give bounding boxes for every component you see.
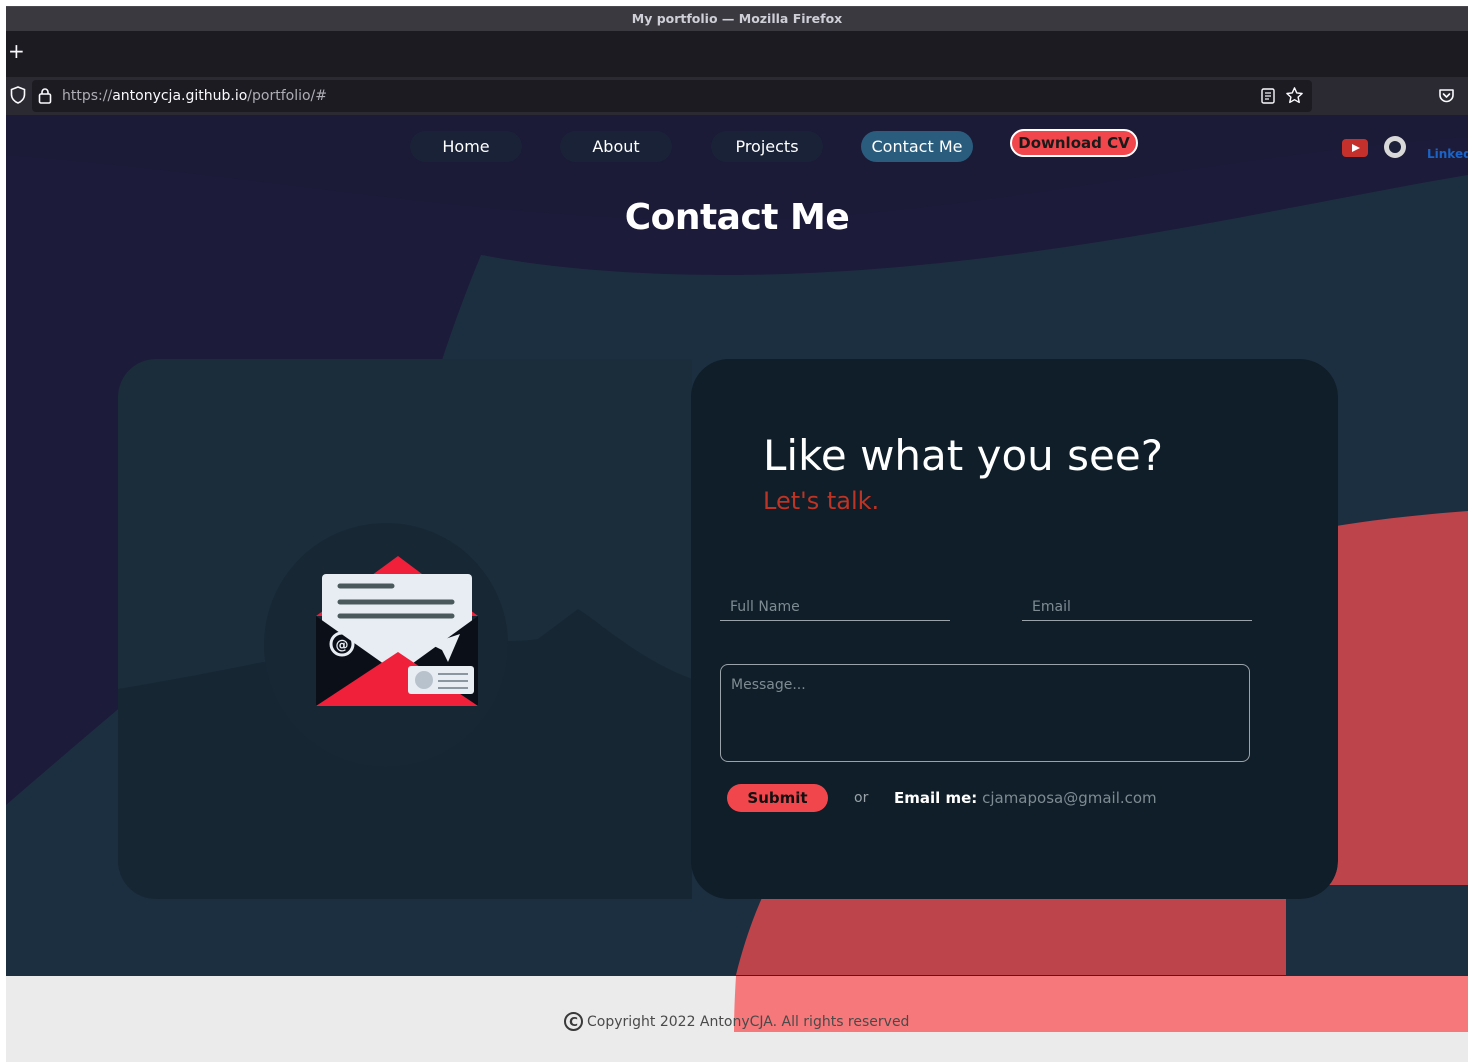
full-name-input[interactable] [720,594,950,621]
submit-button[interactable]: Submit [727,784,828,812]
section-title: Contact Me [624,197,850,238]
contact-form-panel: Like what you see? Let's talk. Submit or… [691,359,1338,899]
bookmark-star-icon[interactable] [1285,86,1304,105]
window-title: My portfolio — Mozilla Firefox [631,11,843,26]
browser-window: My portfolio — Mozilla Firefox + https:/… [6,6,1468,1062]
url-host: antonycja.github.io [112,88,248,104]
email-me-label: Email me: [894,789,978,807]
shield-icon[interactable] [10,86,26,104]
new-tab-button[interactable]: + [8,40,25,62]
email-me-line: Email me: cjamaposa@gmail.com [894,789,1157,807]
svg-text:@: @ [336,638,349,653]
page-footer: C Copyright 2022 AntonyCJA. All rights r… [6,976,1468,1062]
url-bar[interactable]: https://antonycja.github.io/portfolio/# [32,80,1312,112]
or-text: or [854,790,869,806]
contact-card: @ Like what you see? Let's talk. Submit … [118,359,1338,899]
copyright-icon: C [564,1012,583,1031]
youtube-icon[interactable] [1342,139,1368,157]
contact-subline: Let's talk. [763,487,880,515]
tab-strip: + [6,31,1468,77]
envelope-mail-icon: @ [316,556,478,706]
nav-contact[interactable]: Contact Me [861,131,973,162]
copyright-line: C Copyright 2022 AntonyCJA. All rights r… [564,1012,909,1031]
url-scheme: https:// [62,88,113,104]
browser-navbar: https://antonycja.github.io/portfolio/# [6,77,1468,115]
message-textarea[interactable] [720,664,1250,762]
url-path: /portfolio/# [247,88,327,104]
pocket-icon[interactable] [1438,88,1455,104]
url-text[interactable]: https://antonycja.github.io/portfolio/# [62,88,327,104]
web-page: Home About Projects Contact Me Download … [6,115,1468,1062]
site-nav: Home About Projects Contact Me Download … [6,123,1468,162]
reader-view-icon[interactable] [1261,88,1275,104]
download-cv-button[interactable]: Download CV [1010,129,1138,157]
email-address-link[interactable]: cjamaposa@gmail.com [982,789,1157,807]
github-icon[interactable] [1384,136,1406,158]
nav-home[interactable]: Home [410,131,522,162]
linkedin-link[interactable]: Linked [1427,147,1468,161]
lock-icon[interactable] [38,87,52,104]
email-input[interactable] [1022,594,1252,621]
contact-headline: Like what you see? [763,431,1163,480]
copyright-text: Copyright 2022 AntonyCJA. All rights res… [587,1013,910,1030]
contact-illustration-panel: @ [118,359,692,899]
window-titlebar: My portfolio — Mozilla Firefox [6,6,1468,31]
nav-about[interactable]: About [560,131,672,162]
nav-projects[interactable]: Projects [711,131,823,162]
